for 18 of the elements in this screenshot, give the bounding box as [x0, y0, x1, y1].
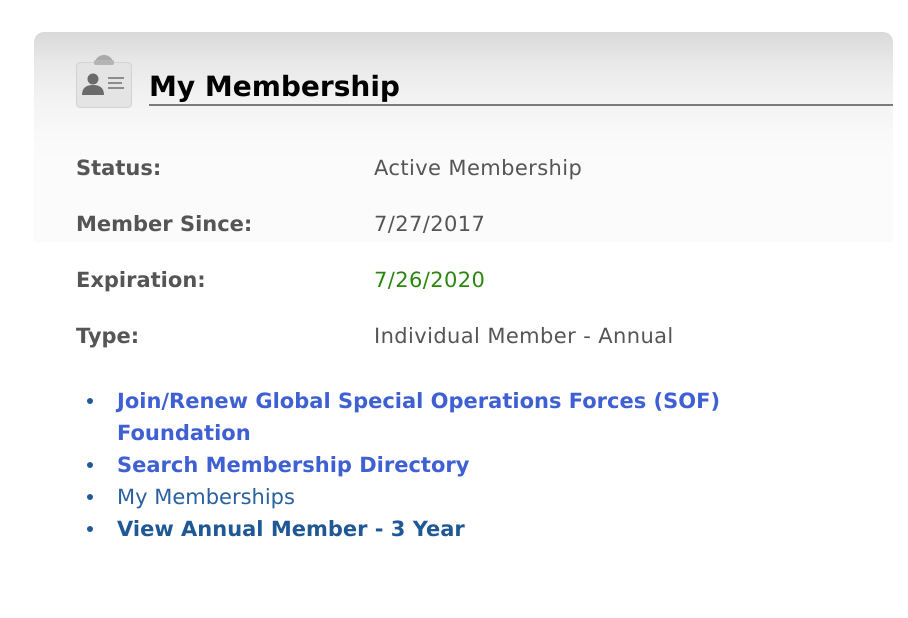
field-value: 7/26/2020 [374, 267, 486, 294]
field-value: Active Membership [374, 155, 582, 182]
link[interactable]: My Memberships [117, 481, 295, 513]
link[interactable]: Search Membership Directory [117, 449, 470, 481]
field-label: Type: [76, 323, 140, 350]
field-label: Status: [76, 155, 162, 182]
field-value: 7/27/2017 [374, 211, 486, 238]
bullet-icon [87, 526, 93, 532]
bullet-icon [87, 462, 93, 468]
field-label: Member Since: [76, 211, 254, 238]
field-label: Expiration: [76, 267, 207, 294]
link[interactable]: Join/Renew Global Special Operations Forces (SOF) Foundation [117, 385, 797, 449]
link[interactable]: View Annual Member - 3 Year [117, 513, 465, 545]
field-value: Individual Member - Annual [374, 323, 674, 350]
bullet-icon [87, 494, 93, 500]
panel-title: My Membership [149, 71, 893, 106]
bullet-icon [87, 398, 93, 404]
id-card-icon [76, 53, 132, 108]
